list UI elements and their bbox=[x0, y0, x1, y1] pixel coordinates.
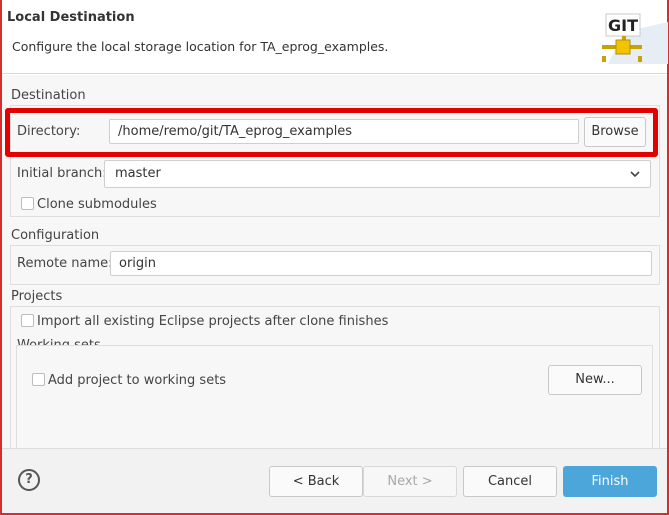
add-to-working-sets-label: Add project to working sets bbox=[48, 373, 227, 388]
back-button[interactable]: < Back bbox=[269, 466, 363, 497]
cancel-button[interactable]: Cancel bbox=[463, 466, 557, 497]
wizard-header: Local Destination Configure the local st… bbox=[2, 0, 668, 74]
next-button[interactable]: Next > bbox=[363, 466, 457, 497]
initial-branch-select[interactable]: master bbox=[104, 160, 651, 188]
remote-name-label: Remote name: bbox=[17, 256, 113, 271]
git-logo-icon: GIT bbox=[602, 13, 668, 64]
remote-name-input[interactable]: origin bbox=[110, 251, 652, 276]
import-projects-label: Import all existing Eclipse projects aft… bbox=[37, 314, 389, 329]
import-projects-checkbox[interactable] bbox=[21, 314, 34, 327]
wizard-footer: ? < Back Next > Cancel Finish bbox=[2, 448, 667, 513]
projects-group-title: Projects bbox=[11, 289, 63, 304]
clone-submodules-checkbox[interactable] bbox=[21, 197, 34, 210]
clone-submodules-label: Clone submodules bbox=[37, 197, 157, 212]
finish-button[interactable]: Finish bbox=[563, 466, 657, 497]
destination-group-title: Destination bbox=[11, 88, 86, 103]
initial-branch-label: Initial branch: bbox=[17, 166, 107, 181]
directory-highlight-box bbox=[5, 108, 658, 157]
chevron-down-icon bbox=[630, 171, 640, 178]
logo-text: GIT bbox=[608, 16, 638, 35]
page-description: Configure the local storage location for… bbox=[12, 39, 389, 54]
help-icon[interactable]: ? bbox=[18, 469, 40, 491]
add-to-working-sets-checkbox[interactable] bbox=[32, 373, 45, 386]
page-title: Local Destination bbox=[7, 10, 135, 25]
initial-branch-value: master bbox=[115, 166, 161, 181]
working-sets-group: Add project to working sets New... bbox=[16, 345, 653, 448]
new-working-set-button[interactable]: New... bbox=[548, 365, 642, 395]
configuration-group-title: Configuration bbox=[11, 228, 100, 243]
